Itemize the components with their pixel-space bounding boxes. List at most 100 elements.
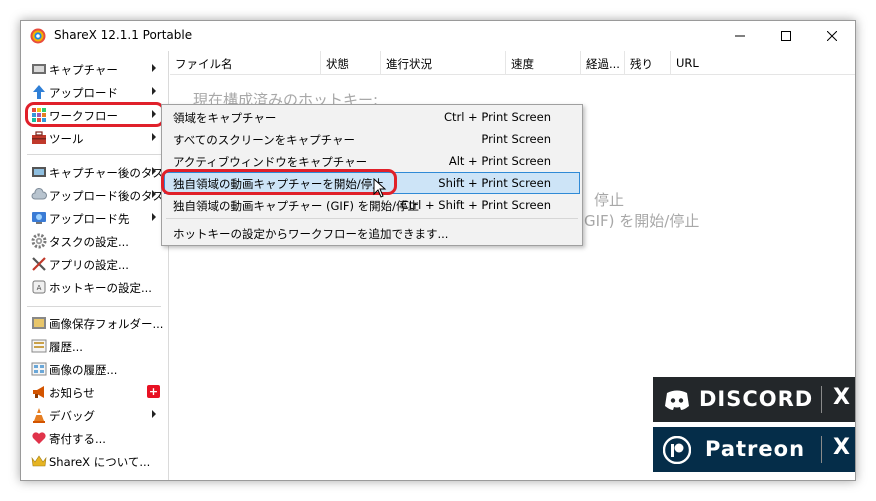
gear-icon xyxy=(31,233,47,249)
sidebar-item-destinations[interactable]: アップロード先 xyxy=(21,207,169,229)
workflow-item-hotkey: Ctrl + Shift + Print Screen xyxy=(400,198,551,212)
submenu-arrow-icon xyxy=(152,64,156,72)
column-header-speed[interactable]: 速度 xyxy=(511,56,534,72)
upload-arrow-icon xyxy=(33,85,45,99)
submenu-arrow-icon xyxy=(152,133,156,141)
workflow-item-hotkey: Alt + Print Screen xyxy=(448,154,551,168)
destination-globe-icon xyxy=(32,212,46,224)
heart-icon xyxy=(32,432,46,444)
sidebar-item-label: ホットキーの設定... xyxy=(49,281,152,295)
discord-logo-icon xyxy=(665,390,689,410)
wrench-screwdriver-icon xyxy=(32,257,46,271)
workflow-item-label: すべてのスクリーンをキャプチャー xyxy=(173,133,356,147)
submenu-arrow-icon xyxy=(152,213,156,221)
maximize-icon xyxy=(781,31,791,41)
column-divider[interactable] xyxy=(624,51,625,75)
workflow-item-hotkey: Shift + Print Screen xyxy=(438,176,551,190)
traffic-cone-icon xyxy=(33,408,45,423)
column-header-status[interactable]: 状態 xyxy=(326,56,349,72)
column-divider[interactable] xyxy=(505,51,506,75)
patreon-logo-icon xyxy=(663,436,691,464)
sidebar-item-label: アップロード先 xyxy=(49,212,130,226)
workflow-item-label: アクティブウィンドウをキャプチャー xyxy=(173,155,368,169)
sidebar-item-task-settings[interactable]: タスクの設定... xyxy=(21,230,169,252)
svg-text:A: A xyxy=(37,284,42,292)
sidebar-item-label: 画像保存フォルダー... xyxy=(49,317,164,331)
submenu-arrow-icon xyxy=(152,87,156,95)
close-icon xyxy=(827,31,837,41)
workflow-item-capture-region[interactable]: 領域をキャプチャー Ctrl + Print Screen xyxy=(164,106,580,128)
sidebar-item-label: キャプチャー xyxy=(49,63,118,77)
title-bar[interactable]: ShareX 12.1.1 Portable xyxy=(21,21,855,51)
discord-label: DISCORD xyxy=(699,387,814,411)
sidebar-item-after-upload-tasks[interactable]: アップロード後のタスク xyxy=(21,184,176,206)
discord-button[interactable]: DISCORD X xyxy=(653,377,855,422)
menu-separator xyxy=(27,306,161,307)
patreon-button[interactable]: Patreon X xyxy=(653,427,855,472)
patreon-label: Patreon xyxy=(705,437,806,461)
sidebar-item-donate[interactable]: 寄付する... xyxy=(21,427,169,449)
sidebar-item-label: 履歴... xyxy=(49,340,83,354)
workflow-item-hotkey: Ctrl + Print Screen xyxy=(443,110,551,124)
sidebar-item-label: 画像の履歴... xyxy=(49,363,118,377)
column-header-filename[interactable]: ファイル名 xyxy=(175,56,233,72)
workflow-item-capture-all-screens[interactable]: すべてのスクリーンをキャプチャー Print Screen xyxy=(164,128,580,150)
menu-separator xyxy=(27,154,161,155)
folder-icon xyxy=(32,317,46,329)
news-badge: + xyxy=(147,385,160,398)
discord-close-button[interactable]: X xyxy=(833,385,850,410)
patreon-close-button[interactable]: X xyxy=(833,435,850,460)
column-divider[interactable] xyxy=(670,51,671,75)
submenu-arrow-icon xyxy=(152,167,156,175)
sidebar-item-history[interactable]: 履歴... xyxy=(21,335,169,357)
mouse-cursor-icon xyxy=(373,178,387,198)
sidebar-item-hotkey-settings[interactable]: A ホットキーの設定... xyxy=(21,276,169,298)
menu-separator xyxy=(166,218,578,219)
image-history-icon xyxy=(31,362,47,376)
sidebar-item-label: ShareX について... xyxy=(49,455,151,469)
column-divider[interactable] xyxy=(380,51,381,75)
sidebar-item-label: お知らせ xyxy=(49,386,95,400)
workflow-item-label: ホットキーの設定からワークフローを追加できます... xyxy=(173,227,449,241)
sidebar-item-debug[interactable]: デバッグ xyxy=(21,404,169,426)
column-divider[interactable] xyxy=(320,51,321,75)
task-list-header: ファイル名 状態 進行状況 速度 経過... 残り URL xyxy=(170,51,855,75)
promo-divider xyxy=(821,386,822,413)
sidebar-item-after-capture-tasks[interactable]: キャプチャー後のタスク xyxy=(21,161,175,183)
sidebar-item-label: アップロード xyxy=(49,86,118,100)
column-header-url[interactable]: URL xyxy=(676,56,699,70)
sidebar-item-upload[interactable]: アップロード xyxy=(21,81,169,103)
hotkey-hint-text: 停止 xyxy=(594,191,625,209)
workflow-item-screen-recording-gif[interactable]: 独自領域の動画キャプチャー (GIF) を開始/停止 Ctrl + Shift … xyxy=(164,194,580,216)
after-upload-cloud-icon xyxy=(31,188,47,200)
workflow-item-add-from-hotkey-settings[interactable]: ホットキーの設定からワークフローを追加できます... xyxy=(164,222,580,244)
column-divider[interactable] xyxy=(580,51,581,75)
annotation-ring-workflow xyxy=(25,102,165,127)
sidebar-item-label: タスクの設定... xyxy=(49,235,129,249)
window-title: ShareX 12.1.1 Portable xyxy=(54,28,193,42)
sidebar-item-about[interactable]: ShareX について... xyxy=(21,450,169,472)
close-button[interactable] xyxy=(809,21,855,51)
sharex-window: ShareX 12.1.1 Portable キャプチャー アップロード ワーク… xyxy=(20,20,856,481)
sidebar-item-label: キャプチャー後のタスク xyxy=(49,166,176,180)
workflow-item-label: 独自領域の動画キャプチャー (GIF) を開始/停止 xyxy=(173,199,419,213)
sidebar-item-screenshots-folder[interactable]: 画像保存フォルダー... xyxy=(21,312,169,334)
column-header-progress[interactable]: 進行状況 xyxy=(386,56,432,72)
sidebar-item-news[interactable]: お知らせ + xyxy=(21,381,169,403)
toolbox-icon xyxy=(32,131,46,144)
column-header-elapsed[interactable]: 経過... xyxy=(586,56,620,72)
sidebar-item-capture[interactable]: キャプチャー xyxy=(21,58,169,80)
hotkey-hint-text: GIF) を開始/停止 xyxy=(584,212,700,230)
annotation-ring-screen-recording xyxy=(161,169,397,195)
column-header-remaining[interactable]: 残り xyxy=(630,56,653,72)
maximize-button[interactable] xyxy=(763,21,809,51)
minimize-button[interactable] xyxy=(717,21,763,51)
sidebar-item-label: 寄付する... xyxy=(49,432,106,446)
sidebar-item-tools[interactable]: ツール xyxy=(21,127,169,149)
sidebar-item-image-history[interactable]: 画像の履歴... xyxy=(21,358,169,380)
workflow-item-label: 領域をキャプチャー xyxy=(173,111,277,125)
sidebar-item-label: アップロード後のタスク xyxy=(49,189,176,203)
sidebar-item-label: デバッグ xyxy=(49,409,95,423)
sidebar-item-app-settings[interactable]: アプリの設定... xyxy=(21,253,169,275)
capture-icon xyxy=(32,64,46,74)
